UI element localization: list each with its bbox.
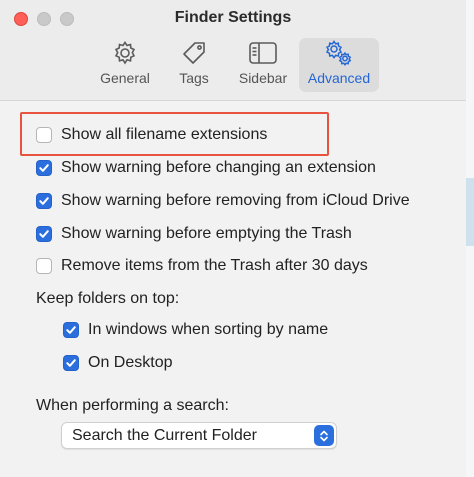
option-label: Show warning before removing from iCloud…	[61, 192, 410, 209]
checkmark-icon	[39, 230, 49, 238]
checkbox-checked[interactable]	[63, 322, 79, 338]
checkbox-checked[interactable]	[36, 226, 52, 242]
tab-sidebar-label: Sidebar	[238, 70, 288, 86]
option-show-filename-extensions[interactable]: Show all filename extensions	[36, 126, 267, 144]
checkbox-checked[interactable]	[36, 193, 52, 209]
checkmark-icon	[66, 326, 76, 334]
option-label: Show all filename extensions	[61, 126, 268, 143]
checkmark-icon	[39, 164, 49, 172]
titlebar: Finder Settings General Tags Sidebar Adv…	[0, 0, 466, 101]
option-warn-emptying-trash[interactable]: Show warning before emptying the Trash	[36, 225, 352, 243]
option-label: On Desktop	[88, 354, 173, 371]
tab-advanced-label: Advanced	[307, 70, 371, 86]
background-window-edge	[466, 0, 474, 477]
checkbox-checked[interactable]	[36, 160, 52, 176]
checkbox-unchecked[interactable]	[36, 258, 52, 274]
option-folders-on-top-windows[interactable]: In windows when sorting by name	[63, 321, 328, 339]
search-scope-value: Search the Current Folder	[72, 427, 257, 444]
option-warn-removing-icloud[interactable]: Show warning before removing from iCloud…	[36, 192, 410, 210]
checkmark-icon	[39, 197, 49, 205]
keep-folders-label: Keep folders on top:	[36, 290, 180, 307]
gears-icon	[299, 38, 379, 68]
option-warn-changing-extension[interactable]: Show warning before changing an extensio…	[36, 159, 376, 177]
tab-advanced[interactable]: Advanced	[299, 38, 379, 92]
gear-icon	[92, 38, 158, 68]
option-label: Show warning before changing an extensio…	[61, 159, 376, 176]
checkbox-checked[interactable]	[63, 355, 79, 371]
tab-general[interactable]: General	[92, 38, 158, 92]
chevron-up-down-icon	[314, 425, 334, 446]
option-label: Show warning before emptying the Trash	[61, 225, 352, 242]
sidebar-icon	[232, 38, 294, 68]
checkbox-unchecked[interactable]	[36, 127, 52, 143]
search-scope-label: When performing a search:	[36, 397, 229, 414]
advanced-settings-pane: Show all filename extensions Show warnin…	[0, 101, 466, 477]
background-selection	[466, 178, 474, 246]
tab-tags-label: Tags	[179, 70, 209, 86]
option-folders-on-top-desktop[interactable]: On Desktop	[63, 354, 172, 372]
tab-tags[interactable]: Tags	[170, 38, 218, 92]
window-title: Finder Settings	[174, 9, 292, 26]
finder-settings-window: Finder Settings General Tags Sidebar Adv…	[0, 0, 466, 477]
tab-general-label: General	[100, 70, 150, 86]
tag-icon	[170, 38, 218, 68]
option-label: Remove items from the Trash after 30 day…	[61, 257, 368, 274]
tab-sidebar[interactable]: Sidebar	[232, 38, 294, 92]
option-remove-trash-30-days[interactable]: Remove items from the Trash after 30 day…	[36, 257, 368, 275]
checkmark-icon	[66, 359, 76, 367]
search-scope-popup[interactable]: Search the Current Folder	[61, 422, 337, 449]
option-label: In windows when sorting by name	[88, 321, 329, 338]
